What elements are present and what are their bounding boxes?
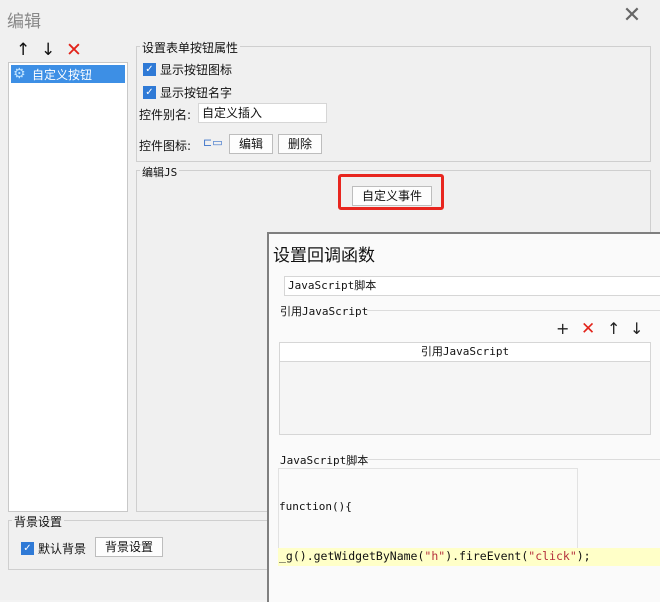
show-name-option[interactable]: ✓ 显示按钮名字 [143, 84, 232, 101]
checkbox-checked-icon[interactable]: ✓ [21, 542, 34, 555]
highlight-annotation [338, 174, 444, 210]
ref-js-table: 引用JavaScript [279, 342, 651, 435]
edit-js-legend: 编辑JS [140, 164, 180, 180]
tree-item-label: 自定义按钮 [32, 67, 93, 82]
move-up-icon[interactable]: ↑ [16, 40, 30, 60]
widget-tree: ⚙ 自定义按钮 [8, 62, 128, 512]
script-divider [365, 459, 660, 460]
show-name-label: 显示按钮名字 [160, 86, 233, 100]
move-up-icon[interactable]: ↑ [607, 320, 620, 338]
close-icon[interactable]: ✕ [622, 5, 642, 27]
add-icon[interactable]: + [556, 320, 569, 338]
dialog-title: 编辑 [7, 12, 41, 32]
background-legend: 背景设置 [12, 513, 65, 530]
script-type-select[interactable]: JavaScript脚本 [284, 276, 660, 296]
ref-js-divider [367, 310, 660, 311]
button-props-legend: 设置表单按钮属性 [140, 39, 241, 56]
callback-dialog: 设置回调函数 JavaScript脚本 引用JavaScript + ✕ ↑ ↓… [267, 232, 660, 602]
ref-js-column-header[interactable]: 引用JavaScript [280, 343, 650, 362]
show-icon-label: 显示按钮图标 [160, 63, 233, 77]
default-background-label: 默认背景 [38, 542, 87, 556]
callback-dialog-title: 设置回调函数 [273, 246, 375, 266]
show-icon-option[interactable]: ✓ 显示按钮图标 [143, 61, 232, 78]
ref-js-legend: 引用JavaScript [280, 305, 369, 318]
move-down-icon[interactable]: ↓ [630, 320, 643, 338]
alias-label: 控件别名: [139, 108, 192, 122]
gear-icon: ⚙ [13, 66, 26, 82]
widget-icon-preview: ⊏▭ [203, 136, 223, 149]
edit-icon-button[interactable]: 编辑 [229, 134, 273, 154]
delete-icon-button[interactable]: 删除 [278, 134, 322, 154]
code-line-2: _g().getWidgetByName("h").fireEvent("cli… [279, 549, 591, 563]
script-legend: JavaScript脚本 [280, 454, 369, 467]
delete-icon[interactable]: ✕ [581, 320, 595, 338]
alias-input[interactable]: 自定义插入 [198, 103, 327, 123]
tree-item-custom-button[interactable]: ⚙ 自定义按钮 [11, 65, 125, 83]
background-settings-button[interactable]: 背景设置 [95, 537, 163, 557]
checkbox-checked-icon[interactable]: ✓ [143, 86, 156, 99]
icon-label: 控件图标: [139, 139, 192, 153]
default-background-option[interactable]: ✓ 默认背景 [21, 540, 86, 557]
checkbox-checked-icon[interactable]: ✓ [143, 63, 156, 76]
delete-icon[interactable]: ✕ [66, 40, 82, 60]
move-down-icon[interactable]: ↓ [41, 40, 55, 60]
code-line-1: function(){ [279, 500, 352, 513]
